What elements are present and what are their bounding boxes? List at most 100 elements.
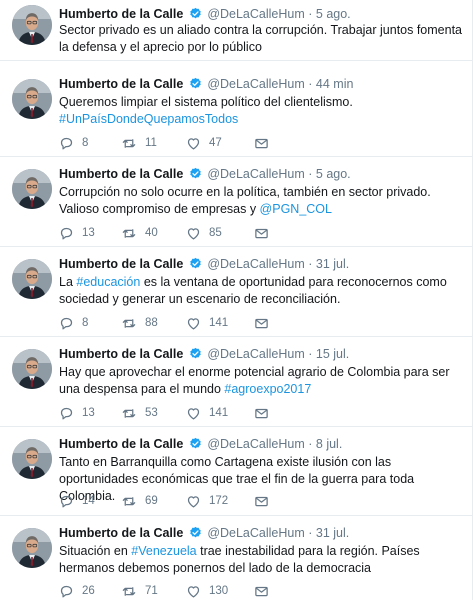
reply-button[interactable]: 13 xyxy=(59,405,95,421)
retweet-icon xyxy=(121,584,137,599)
author-handle[interactable]: @DeLaCalleHum xyxy=(207,167,304,181)
author-name[interactable]: Humberto de la Calle xyxy=(59,347,183,361)
reply-button[interactable]: 8 xyxy=(59,135,88,151)
tweet-timestamp[interactable]: 15 jul. xyxy=(316,347,349,361)
like-button[interactable]: 130 xyxy=(186,583,228,599)
tweet-timestamp[interactable]: 44 min xyxy=(316,77,354,91)
author-name[interactable]: Humberto de la Calle xyxy=(59,526,183,540)
tweet-timestamp[interactable]: 5 ago. xyxy=(316,167,351,181)
author-name[interactable]: Humberto de la Calle xyxy=(59,257,183,271)
like-icon xyxy=(186,494,201,509)
reply-count: 8 xyxy=(82,137,89,149)
tweet-text-body: La xyxy=(59,275,77,289)
author-name[interactable]: Humberto de la Calle xyxy=(59,7,183,21)
like-button[interactable]: 47 xyxy=(186,135,222,151)
reply-count: 8 xyxy=(82,317,89,329)
like-button[interactable]: 85 xyxy=(186,225,222,241)
direct-message-button[interactable] xyxy=(254,583,269,599)
verified-badge-icon xyxy=(189,526,202,539)
avatar[interactable] xyxy=(12,259,52,299)
reply-count: 13 xyxy=(82,407,95,419)
like-button[interactable]: 141 xyxy=(186,315,228,331)
tweet-timestamp[interactable]: 8 jul. xyxy=(316,437,342,451)
retweet-button[interactable]: 11 xyxy=(121,135,157,151)
reply-button[interactable]: 26 xyxy=(59,583,95,599)
author-handle[interactable]: @DeLaCalleHum xyxy=(207,526,304,540)
hashtag-link[interactable]: #Venezuela xyxy=(131,544,196,558)
like-count: 141 xyxy=(209,407,229,419)
retweet-button[interactable]: 88 xyxy=(121,315,158,331)
separator-dot: · xyxy=(308,526,313,540)
direct-message-icon xyxy=(254,494,269,509)
tweet-timestamp[interactable]: 31 jul. xyxy=(316,257,349,271)
verified-badge-icon xyxy=(189,347,202,360)
like-icon xyxy=(186,406,201,421)
avatar[interactable] xyxy=(12,5,52,45)
retweet-button[interactable]: 40 xyxy=(121,225,158,241)
reply-button[interactable]: 14 xyxy=(59,493,95,509)
tweet-text-body: Tanto en Barranquilla como Cartagena exi… xyxy=(59,455,415,503)
retweet-count: 40 xyxy=(145,227,158,239)
direct-message-icon xyxy=(254,406,269,421)
like-icon xyxy=(186,316,201,331)
direct-message-button[interactable] xyxy=(254,135,269,151)
direct-message-button[interactable] xyxy=(254,493,269,509)
tweet[interactable]: Humberto de la Calle @DeLaCalleHum · 31 … xyxy=(0,516,472,600)
separator-dot: · xyxy=(308,77,313,91)
direct-message-icon xyxy=(254,136,269,151)
like-button[interactable]: 141 xyxy=(186,405,228,421)
avatar[interactable] xyxy=(12,169,52,209)
retweet-button[interactable]: 53 xyxy=(121,405,158,421)
tweet-text: Corrupción no solo ocurre en la política… xyxy=(59,184,464,218)
direct-message-icon xyxy=(254,316,269,331)
author-handle[interactable]: @DeLaCalleHum xyxy=(207,77,304,91)
author-name[interactable]: Humberto de la Calle xyxy=(59,437,183,451)
author-handle[interactable]: @DeLaCalleHum xyxy=(207,257,304,271)
retweet-button[interactable]: 69 xyxy=(121,493,158,509)
like-count: 141 xyxy=(209,317,229,329)
mention-link[interactable]: @PGN_COL xyxy=(260,202,332,216)
reply-count: 26 xyxy=(82,585,95,597)
tweet[interactable]: Humberto de la Calle @DeLaCalleHum · 8 j… xyxy=(0,427,472,516)
hashtag-link[interactable]: #educación xyxy=(76,275,140,289)
like-count: 47 xyxy=(209,137,222,149)
tweet-timestamp[interactable]: 5 ago. xyxy=(316,7,351,21)
hashtag-link[interactable]: #UnPaísDondeQuepamosTodos xyxy=(59,112,238,126)
retweet-icon xyxy=(121,494,137,509)
reply-button[interactable]: 13 xyxy=(59,225,95,241)
avatar[interactable] xyxy=(12,439,52,479)
retweet-icon xyxy=(121,316,137,331)
tweet[interactable]: Humberto de la Calle @DeLaCalleHum · 5 a… xyxy=(0,0,472,61)
tweet[interactable]: Humberto de la Calle @DeLaCalleHum · 5 a… xyxy=(0,157,472,247)
avatar[interactable] xyxy=(12,349,52,389)
tweet-text-body: Corrupción no solo ocurre en la política… xyxy=(59,185,431,216)
verified-badge-icon xyxy=(189,257,202,270)
tweet-text-body: Sector privado es un aliado contra la co… xyxy=(59,23,463,54)
direct-message-button[interactable] xyxy=(254,315,269,331)
tweet-text: La #educación es la ventana de oportunid… xyxy=(59,274,464,308)
retweet-button[interactable]: 71 xyxy=(121,583,158,599)
tweet-timestamp[interactable]: 31 jul. xyxy=(316,526,349,540)
tweet-header: Humberto de la Calle @DeLaCalleHum · 8 j… xyxy=(59,436,342,452)
like-icon xyxy=(186,136,201,151)
author-name[interactable]: Humberto de la Calle xyxy=(59,167,183,181)
tweet[interactable]: Humberto de la Calle @DeLaCalleHum · 31 … xyxy=(0,247,472,337)
tweet[interactable]: Humberto de la Calle @DeLaCalleHum · 15 … xyxy=(0,337,472,427)
tweet[interactable]: Humberto de la Calle @DeLaCalleHum · 44 … xyxy=(0,67,472,157)
author-handle[interactable]: @DeLaCalleHum xyxy=(207,7,304,21)
like-button[interactable]: 172 xyxy=(186,493,228,509)
author-handle[interactable]: @DeLaCalleHum xyxy=(207,437,304,451)
direct-message-button[interactable] xyxy=(254,225,269,241)
reply-icon xyxy=(59,584,74,599)
direct-message-icon xyxy=(254,226,269,241)
retweet-icon xyxy=(121,136,137,151)
direct-message-button[interactable] xyxy=(254,405,269,421)
hashtag-link[interactable]: #agroexpo2017 xyxy=(224,382,311,396)
author-handle[interactable]: @DeLaCalleHum xyxy=(207,347,304,361)
reply-button[interactable]: 8 xyxy=(59,315,88,331)
retweet-icon xyxy=(121,406,137,421)
avatar[interactable] xyxy=(12,79,52,119)
retweet-count: 69 xyxy=(145,495,158,507)
author-name[interactable]: Humberto de la Calle xyxy=(59,77,183,91)
avatar[interactable] xyxy=(12,528,52,568)
